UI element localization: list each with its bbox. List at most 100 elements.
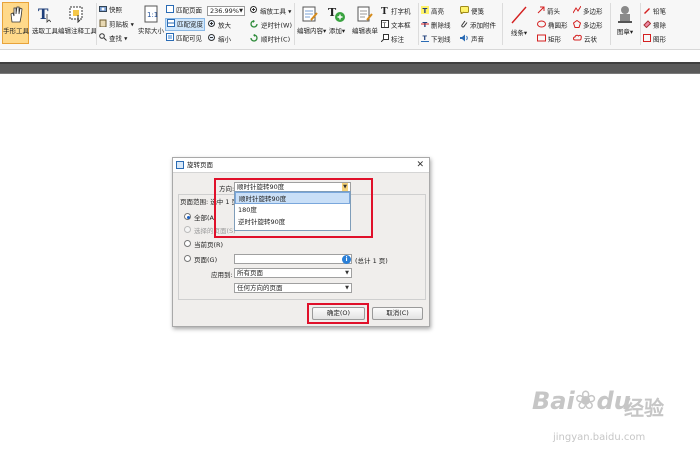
- rotate-ccw-icon: [250, 20, 259, 31]
- strikeout-label: 删除线: [431, 21, 451, 30]
- watermark-jingyan: 经验: [624, 396, 664, 420]
- radio-all[interactable]: [184, 213, 191, 220]
- zoom-tool-icon: [250, 6, 258, 17]
- highlight-icon: T: [421, 6, 429, 17]
- divider: [502, 3, 503, 45]
- document-tab-bar: [0, 62, 700, 74]
- cancel-button[interactable]: 取消(C): [372, 307, 423, 320]
- fit-visible-icon: [166, 33, 174, 44]
- rectangle-icon: [537, 34, 546, 45]
- ellipse-button[interactable]: 椭圆形: [537, 20, 568, 31]
- eraser-label: 擦除: [653, 21, 666, 30]
- select-text-label: 选取工具: [32, 27, 58, 35]
- highlight-box-ok: [307, 303, 369, 324]
- chevron-down-icon: ▾: [286, 7, 292, 16]
- fit-page-label: 匹配页面: [176, 6, 202, 15]
- pencil-label: 铅笔: [653, 7, 666, 16]
- select-text-button[interactable]: T 选取工具: [32, 5, 58, 35]
- fit-visible-button[interactable]: 匹配可见: [166, 33, 202, 44]
- underline-button[interactable]: T 下划线: [421, 34, 451, 45]
- zoom-out-button[interactable]: 缩小: [208, 34, 231, 45]
- add-button[interactable]: T 添加▾: [326, 5, 348, 35]
- edit-content-button[interactable]: 编辑内容▾: [297, 5, 326, 35]
- actual-size-icon: 1:1: [144, 5, 158, 23]
- strikeout-icon: T: [421, 20, 429, 31]
- sound-button[interactable]: 声音: [460, 34, 484, 45]
- sound-label: 声音: [471, 35, 484, 44]
- textbox-label: 文本框: [391, 21, 411, 30]
- camera-icon: [99, 5, 107, 15]
- stamp-button[interactable]: 图章▾: [614, 4, 636, 36]
- chevron-down-icon: ▾: [523, 29, 528, 37]
- polyline-button[interactable]: 多边形: [572, 5, 603, 17]
- arrow-button[interactable]: 箭头: [537, 6, 560, 17]
- strikeout-button[interactable]: T删除线: [421, 20, 451, 31]
- rotate-page-icon: [176, 161, 184, 169]
- highlight-button[interactable]: T 高亮: [421, 6, 444, 17]
- fit-width-icon: [167, 19, 175, 30]
- line-label: 线条: [510, 29, 524, 37]
- radio-current-page[interactable]: [184, 240, 191, 247]
- zoom-level-select[interactable]: 236.99% ▼: [207, 6, 245, 16]
- dialog-title: 旋转页面: [187, 161, 213, 169]
- textbox-button[interactable]: T 文本框: [381, 20, 411, 31]
- fit-page-button[interactable]: 匹配页面: [166, 5, 202, 16]
- dialog-titlebar: 旋转页面 ✕: [173, 158, 429, 173]
- shape-more-button[interactable]: 图形: [643, 34, 666, 45]
- cloud-button[interactable]: 云状: [573, 34, 597, 45]
- fit-width-label: 匹配宽度: [177, 20, 203, 29]
- attach-file-button[interactable]: 添加附件: [460, 20, 496, 31]
- zoom-in-icon: [208, 20, 216, 31]
- add-label: 添加: [328, 27, 342, 35]
- chevron-down-icon: ▾: [122, 34, 128, 43]
- polyline-label: 多边形: [583, 7, 603, 16]
- apply-to-select[interactable]: 所有页面 ▼: [234, 268, 352, 278]
- rotate-ccw-button[interactable]: 逆时针(W): [250, 20, 292, 31]
- radio-selected-pages[interactable]: [184, 226, 191, 233]
- typewriter-label: 打字机: [391, 7, 411, 16]
- edit-annotation-icon: [69, 6, 83, 23]
- rectangle-button[interactable]: 矩形: [537, 34, 561, 45]
- highlight-label: 高亮: [431, 7, 444, 16]
- zoom-out-icon: [208, 34, 216, 45]
- zoom-tool-button[interactable]: 缩放工具 ▾: [250, 6, 291, 17]
- fit-width-button[interactable]: 匹配宽度: [165, 18, 205, 31]
- pencil-button[interactable]: 铅笔: [643, 6, 666, 17]
- shape-icon: [643, 34, 651, 45]
- line-button[interactable]: 线条▾: [506, 5, 532, 37]
- line-icon: [511, 6, 527, 24]
- zoom-in-button[interactable]: 放大: [208, 20, 231, 31]
- zoom-in-label: 放大: [218, 21, 231, 30]
- polygon-label: 多边形: [583, 21, 603, 30]
- clipboard-button[interactable]: 剪贴板 ▾: [99, 19, 134, 30]
- divider: [294, 3, 295, 45]
- polygon-button[interactable]: 多边形: [572, 19, 603, 31]
- radio-current-page-label: 当前页(R): [194, 241, 224, 249]
- note-button[interactable]: 便笺: [459, 6, 484, 17]
- svg-text:T: T: [382, 22, 387, 28]
- watermark-url: jingyan.baidu.com: [553, 432, 646, 443]
- find-button[interactable]: 查找 ▾: [99, 33, 127, 44]
- eraser-button[interactable]: 擦除: [643, 20, 666, 31]
- pages-input[interactable]: [234, 254, 352, 264]
- chevron-down-icon: ▼: [345, 270, 349, 276]
- rotate-ccw-label: 逆时针(W): [261, 21, 292, 30]
- snapshot-button[interactable]: 快照: [99, 5, 122, 15]
- hand-tool-label: 手形工具: [3, 27, 29, 35]
- arrow-icon: [537, 6, 545, 17]
- edit-annotation-button[interactable]: 编辑注释工具: [58, 5, 97, 35]
- divider: [418, 3, 419, 45]
- typewriter-button[interactable]: T 打字机: [381, 6, 411, 17]
- fit-visible-label: 匹配可见: [176, 34, 202, 43]
- hand-tool-button[interactable]: 手形工具: [3, 5, 29, 35]
- divider: [610, 3, 611, 45]
- actual-size-button[interactable]: 1:1 实际大小: [138, 5, 164, 35]
- orientation-select[interactable]: 任何方向的页面 ▼: [234, 283, 352, 293]
- close-button[interactable]: ✕: [416, 158, 424, 173]
- callout-button[interactable]: 标注: [380, 34, 404, 45]
- radio-pages[interactable]: [184, 255, 191, 262]
- underline-label: 下划线: [431, 35, 451, 44]
- fit-page-icon: [166, 5, 174, 16]
- edit-form-button[interactable]: 编辑表单: [350, 5, 380, 35]
- rotate-cw-button[interactable]: 顺时针(C): [250, 34, 290, 45]
